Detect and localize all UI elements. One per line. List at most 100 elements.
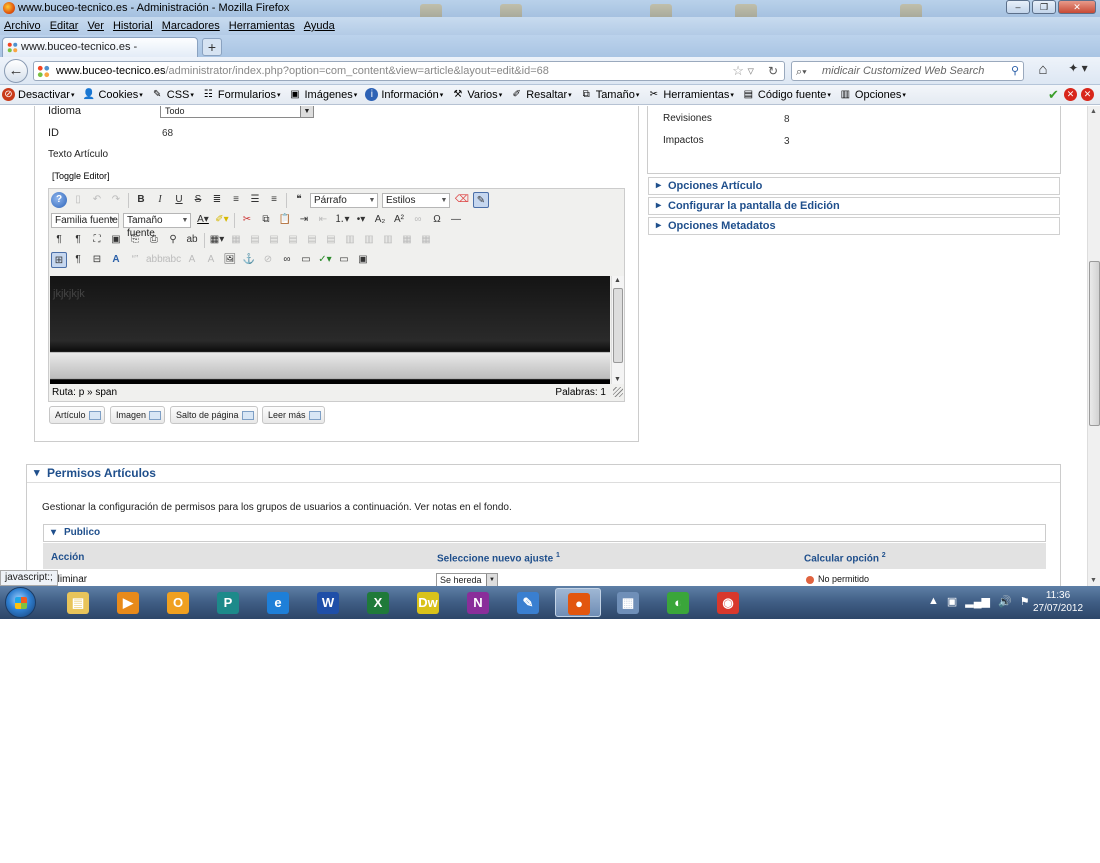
dev-disable-button[interactable]: ⊘ Desactivar ▾ <box>2 88 74 101</box>
taskbar-media-player-button[interactable]: ▶ <box>105 588 151 617</box>
minimize-button[interactable]: – <box>1006 0 1030 14</box>
cite-icon[interactable]: “” <box>127 252 143 268</box>
non-breaking-icon[interactable]: ⊟ <box>89 252 105 268</box>
fullscreen-icon[interactable]: ⛶ <box>89 232 105 248</box>
paragraph-select[interactable]: Párrafo ▼ <box>310 192 378 208</box>
close-toolbar-icon[interactable]: ✕ <box>1081 88 1094 101</box>
home-icon[interactable]: ⌂ <box>1032 61 1054 81</box>
menu-ayuda[interactable]: Ayuda <box>304 20 335 32</box>
hr-icon[interactable]: ▭ <box>336 252 352 268</box>
idioma-select[interactable]: Todo ▼ <box>160 106 314 118</box>
show-hidden-icons-icon[interactable]: ▲ <box>928 595 939 608</box>
permissions-toggle[interactable]: Permisos Artículos <box>27 465 1060 483</box>
table-props-icon[interactable]: ▦ <box>228 232 244 248</box>
taskbar-internet-explorer-button[interactable]: e <box>255 588 301 617</box>
replace-icon[interactable]: ab <box>184 232 200 248</box>
blockquote-icon[interactable]: ❝ <box>291 192 307 208</box>
highlight-color-icon[interactable]: ✐▾ <box>214 212 230 228</box>
media-icon[interactable]: ▭ <box>298 252 314 268</box>
toggle-editor-link[interactable]: [Toggle Editor] <box>52 171 110 181</box>
superscript-icon[interactable]: A² <box>391 212 407 228</box>
taskbar-explorer-button[interactable]: ▤ <box>55 588 101 617</box>
insert-image-icon[interactable]: 🖼 <box>222 252 238 268</box>
dev-forms-button[interactable]: ☷ Formularios ▾ <box>202 88 281 101</box>
dev-source-button[interactable]: ▤ Código fuente ▾ <box>742 88 831 101</box>
rtl-icon[interactable]: ¶ <box>70 232 86 248</box>
search-engine-icon[interactable]: ⌕▾ <box>796 63 807 81</box>
addon-menu-icon[interactable]: ✦ ▾ <box>1060 61 1096 81</box>
start-button[interactable] <box>5 587 36 618</box>
align-right-icon[interactable]: ≡ <box>266 192 282 208</box>
check-ok-icon[interactable]: ✔ <box>1047 88 1060 101</box>
horizontal-rule-icon[interactable]: — <box>448 212 464 228</box>
resize-grip-icon[interactable] <box>613 387 623 397</box>
cleanup-icon[interactable]: ✎ <box>473 192 489 208</box>
accordion-pantalla-edicion[interactable]: Configurar la pantalla de Edición <box>648 197 1060 215</box>
back-button[interactable]: ← <box>4 59 28 83</box>
acronym-icon[interactable]: abc <box>165 252 181 268</box>
split-cells-icon[interactable]: ▦ <box>418 232 434 248</box>
outdent-icon[interactable]: ⇤ <box>315 212 331 228</box>
bulleted-list-icon[interactable]: •▾ <box>353 212 369 228</box>
editor-scroll-thumb[interactable] <box>613 288 623 363</box>
close-button[interactable]: ✕ <box>1058 0 1096 14</box>
row-after-icon[interactable]: ▤ <box>304 232 320 248</box>
browser-tab[interactable]: www.buceo-tecnico.es - Administración <box>2 37 198 71</box>
scroll-down-icon[interactable]: ▼ <box>1090 577 1097 584</box>
taskbar-app-green-button[interactable]: ◐ <box>655 588 701 617</box>
menu-historial[interactable]: Historial <box>113 20 153 32</box>
error-icon[interactable]: ✕ <box>1064 88 1077 101</box>
dev-css-button[interactable]: ✎ CSS ▾ <box>151 88 194 101</box>
bold-button[interactable]: B <box>133 192 149 208</box>
col-before-icon[interactable]: ▥ <box>342 232 358 248</box>
scroll-down-icon[interactable]: ▼ <box>614 376 621 383</box>
copy-icon[interactable]: ⧉ <box>258 212 274 228</box>
accordion-opciones-metadatos[interactable]: Opciones Metadatos <box>648 217 1060 235</box>
italic-button[interactable]: I <box>152 192 168 208</box>
search-input[interactable]: ⌕▾ midicair Customized Web Search ⚲ <box>791 61 1024 81</box>
page-scrollbar[interactable]: ▲ ▼ <box>1087 106 1100 586</box>
menu-editar[interactable]: Editar <box>50 20 79 32</box>
indent-icon[interactable]: ⇥ <box>296 212 312 228</box>
editor-content-area[interactable]: jkjkjkjk <box>50 276 610 384</box>
del-icon[interactable]: A <box>184 252 200 268</box>
dev-outline-button[interactable]: ✐ Resaltar ▾ <box>510 88 572 101</box>
redo-icon[interactable]: ↷ <box>108 192 124 208</box>
styles-select[interactable]: Estilos ▼ <box>382 192 450 208</box>
url-bar[interactable]: www.buceo-tecnico.es/administrator/index… <box>33 61 785 81</box>
scroll-up-icon[interactable]: ▲ <box>1090 108 1097 115</box>
underline-button[interactable]: U <box>171 192 187 208</box>
col-after-icon[interactable]: ▥ <box>361 232 377 248</box>
style-icon[interactable]: A <box>108 252 124 268</box>
reload-icon[interactable]: ↻ <box>768 62 778 80</box>
pilcrow-icon[interactable]: ¶ <box>70 252 86 268</box>
text-color-icon[interactable]: A▾ <box>195 212 211 228</box>
align-center-icon[interactable]: ≡ <box>228 192 244 208</box>
dev-images-button[interactable]: ▣ Imágenes ▾ <box>288 88 357 101</box>
taskbar-dreamweaver-button[interactable]: Dw <box>405 588 451 617</box>
taskbar-word-button[interactable]: W <box>305 588 351 617</box>
ltr-icon[interactable]: ¶ <box>51 232 67 248</box>
new-tab-button[interactable]: + <box>202 38 222 56</box>
group-publico-toggle[interactable]: Publico <box>43 524 1046 542</box>
clock[interactable]: 11:36 27/07/2012 <box>1030 589 1086 615</box>
bookmark-star-icon[interactable]: ☆ ▿ <box>732 62 754 80</box>
font-size-select[interactable]: Tamaño fuente ▼ <box>123 212 191 239</box>
cell-props-icon[interactable]: ▤ <box>266 232 282 248</box>
align-left-icon[interactable]: ☰ <box>247 192 263 208</box>
insert-article-button[interactable]: Artículo <box>49 406 105 424</box>
taskbar-onenote-button[interactable]: N <box>455 588 501 617</box>
undo-icon[interactable]: ↶ <box>89 192 105 208</box>
taskbar-calculator-button[interactable]: ▦ <box>605 588 651 617</box>
strikethrough-button[interactable]: S <box>190 192 206 208</box>
row-before-icon[interactable]: ▤ <box>285 232 301 248</box>
taskbar-chrome-button[interactable]: ◉ <box>705 588 751 617</box>
dev-misc-button[interactable]: ⚒ Varios ▾ <box>451 88 502 101</box>
paste-icon[interactable]: 📋 <box>277 212 293 228</box>
help-icon[interactable]: ? <box>51 192 67 208</box>
permission-select[interactable]: Se hereda ▼ <box>436 573 498 586</box>
anchor-icon[interactable]: ⚓ <box>241 252 257 268</box>
unlink-icon[interactable]: ⊘ <box>260 252 276 268</box>
link-edit-icon[interactable]: ∞ <box>279 252 295 268</box>
dev-tools-button[interactable]: ✂ Herramientas ▾ <box>647 88 734 101</box>
